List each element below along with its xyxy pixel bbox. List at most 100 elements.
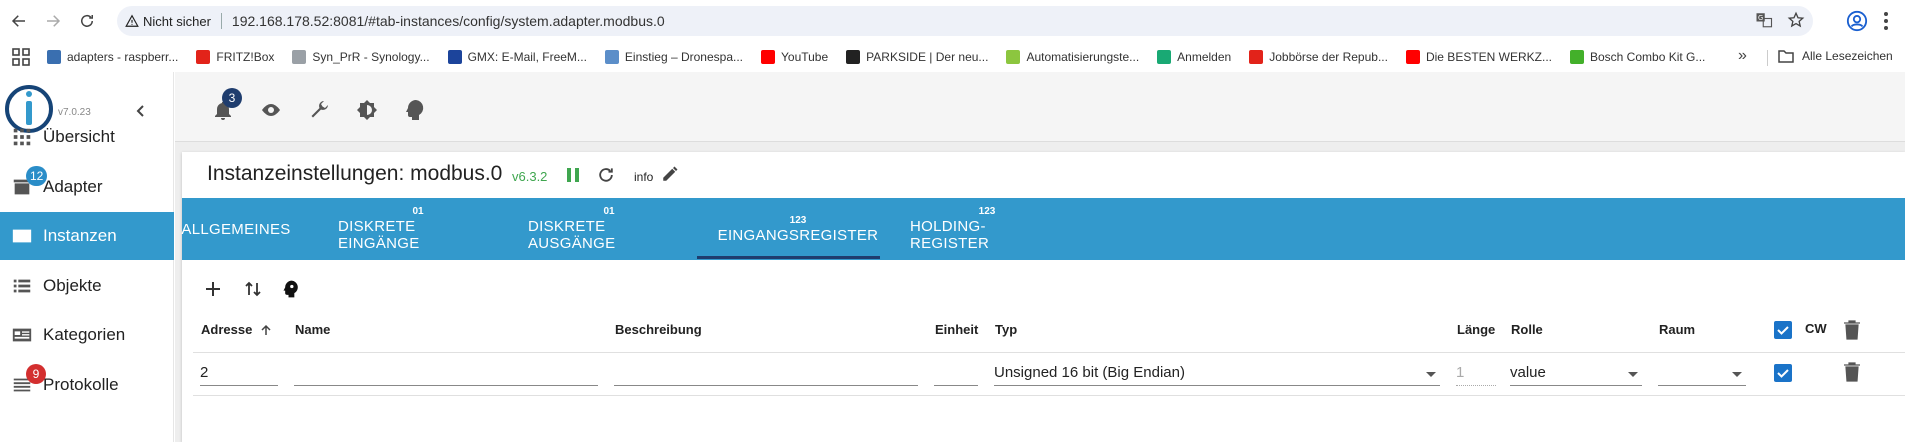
bookmark-item[interactable]: Automatisierungste... (1006, 50, 1139, 64)
tab-label: HOLDING-REGISTER (910, 218, 990, 252)
warning-icon (125, 14, 139, 27)
bookmark-item[interactable]: YouTube (761, 50, 828, 64)
restart-icon[interactable] (596, 165, 616, 185)
back-icon[interactable] (4, 6, 34, 36)
sidebar-item-objekte[interactable]: Objekte (0, 262, 174, 310)
page-title: Instanzeinstellungen: modbus.0 (207, 162, 503, 185)
sidebar-item-protokolle[interactable]: Protokolle 9 (0, 361, 174, 409)
tab-label: DISKRETE AUSGÄNGE (528, 218, 616, 252)
bookmark-favicon-icon (1570, 50, 1584, 64)
bookmark-label: Die BESTEN WERKZ... (1425, 50, 1552, 64)
omnibox-separator (220, 13, 222, 29)
bookmark-favicon-icon (292, 50, 307, 64)
col-raum: Raum (1659, 322, 1696, 337)
tab-sup-label: 123 (789, 214, 807, 226)
folder-icon (1778, 50, 1794, 63)
raum-select[interactable] (1658, 360, 1746, 386)
bookmark-label: GMX: E-Mail, FreeM... (467, 50, 587, 64)
instance-settings-panel (182, 152, 1905, 442)
delete-row-icon[interactable] (1843, 362, 1861, 382)
bookmark-favicon-icon (447, 50, 462, 64)
bookmark-item[interactable]: GMX: E-Mail, FreeM... (447, 50, 587, 64)
tab-sup-label: 123 (978, 206, 996, 217)
col-laenge: Länge (1457, 322, 1496, 337)
row-divider (193, 395, 1905, 396)
tab-allgemeines[interactable]: ALLGEMEINES (181, 198, 290, 260)
tab-sup-label: 01 (412, 206, 424, 217)
sidebar-item-label: Objekte (43, 275, 102, 295)
active-tab-indicator (697, 256, 880, 259)
notification-badge: 3 (222, 88, 242, 108)
nav-count-badge: 9 (26, 363, 46, 384)
info-label[interactable]: info (634, 170, 653, 184)
star-icon[interactable] (1787, 11, 1805, 29)
nav-count-badge: 12 (26, 165, 48, 186)
pause-icon[interactable] (565, 166, 581, 184)
col-einheit: Einheit (935, 322, 979, 337)
apps-grid-icon[interactable] (11, 47, 31, 67)
bookmark-favicon-icon (846, 50, 861, 64)
bookmark-favicon-icon (1405, 50, 1420, 64)
rolle-select[interactable]: value (1510, 360, 1642, 386)
bookmark-item[interactable]: Die BESTEN WERKZ... (1405, 50, 1552, 64)
tab-eingangsregister[interactable]: 123 EINGANGSREGISTER (714, 198, 882, 260)
select-all-checkbox[interactable] (1774, 321, 1792, 339)
security-indicator[interactable]: Nicht sicher (125, 14, 211, 29)
sidebar-item-adapter[interactable]: Adapter 12 (0, 163, 174, 211)
adresse-input[interactable]: 2 (200, 360, 278, 386)
sidebar-item--bersicht[interactable]: Übersicht (0, 113, 174, 161)
browser-menu-icon[interactable] (1883, 10, 1889, 32)
sidebar: v7.0.23 Übersicht Adapter 12 Instanzen Objek… (0, 72, 174, 442)
all-bookmarks-folder[interactable]: Alle Lesezeichen (1778, 49, 1893, 63)
forward-icon[interactable] (38, 6, 68, 36)
cw-checkbox[interactable] (1774, 364, 1792, 382)
tab-bar: ALLGEMEINES 01 DISKRETE EINGÄNGE 01 DISKRETE… (181, 198, 1905, 260)
bookmark-item[interactable]: FRITZ!Box (196, 50, 274, 64)
more-bookmarks-icon[interactable]: » (1738, 47, 1747, 65)
bookmark-item[interactable]: Anmelden (1157, 50, 1231, 64)
url-text[interactable]: 192.168.178.52:8081/#tab-instances/confi… (232, 13, 665, 29)
bookmark-item[interactable]: Syn_PrR - Synology... (292, 50, 430, 64)
tab-diskrete-eing-nge[interactable]: 01 DISKRETE EINGÄNGE (338, 198, 498, 260)
bookmark-item[interactable]: Einstieg – Dronespa... (604, 50, 743, 64)
header-divider (193, 352, 1905, 353)
chevron-down-icon (1732, 372, 1742, 377)
bookmark-label: YouTube (781, 50, 829, 64)
name-input[interactable] (294, 360, 598, 386)
sidebar-item-kategorien[interactable]: Kategorien (0, 311, 174, 359)
pencil-icon[interactable] (661, 165, 679, 183)
sidebar-item-label: Protokolle (43, 374, 119, 394)
col-typ: Typ (995, 322, 1018, 337)
beschreibung-input[interactable] (614, 360, 918, 386)
reload-page-icon[interactable] (72, 6, 102, 36)
add-icon[interactable] (203, 279, 223, 299)
address-bar[interactable]: Nicht sicher 192.168.178.52:8081/#tab-in… (117, 6, 1813, 36)
tab-holding-register[interactable]: 123 HOLDING-REGISTER (910, 198, 1064, 260)
bookmark-label: PARKSIDE | Der neu... (866, 50, 989, 64)
profile-icon[interactable] (1846, 10, 1868, 32)
einheit-input[interactable] (934, 360, 978, 386)
typ-select[interactable]: Unsigned 16 bit (Big Endian) (994, 360, 1440, 386)
expert-head-icon[interactable] (403, 98, 427, 122)
sidebar-item-label: Kategorien (43, 325, 126, 344)
bookmark-label: adapters - raspberr... (67, 50, 179, 64)
bookmark-item[interactable]: PARKSIDE | Der neu... (846, 50, 988, 64)
sort-icon[interactable] (243, 279, 263, 299)
bookmark-item[interactable]: adapters - raspberr... (47, 50, 178, 64)
expert-mode-icon[interactable] (281, 279, 301, 299)
sidebar-item-instanzen[interactable]: Instanzen (0, 212, 174, 260)
delete-all-icon[interactable] (1843, 320, 1861, 340)
translate-icon[interactable]: G (1755, 11, 1773, 29)
col-rolle: Rolle (1511, 322, 1543, 337)
col-adresse[interactable]: Adresse (201, 322, 272, 337)
wrench-icon[interactable] (307, 98, 331, 122)
brightness-icon[interactable] (355, 98, 379, 122)
bookmark-label: FRITZ!Box (216, 50, 275, 64)
sidebar-item-label: Instanzen (43, 226, 117, 245)
bookmark-item[interactable]: Jobbörse der Repub... (1249, 50, 1388, 64)
eye-icon[interactable] (259, 98, 283, 122)
col-beschreibung: Beschreibung (615, 322, 702, 337)
bookmark-item[interactable]: Bosch Combo Kit G... (1570, 50, 1705, 64)
bookmark-favicon-icon (604, 50, 619, 64)
tab-diskrete-ausg-nge[interactable]: 01 DISKRETE AUSGÄNGE (528, 198, 690, 260)
